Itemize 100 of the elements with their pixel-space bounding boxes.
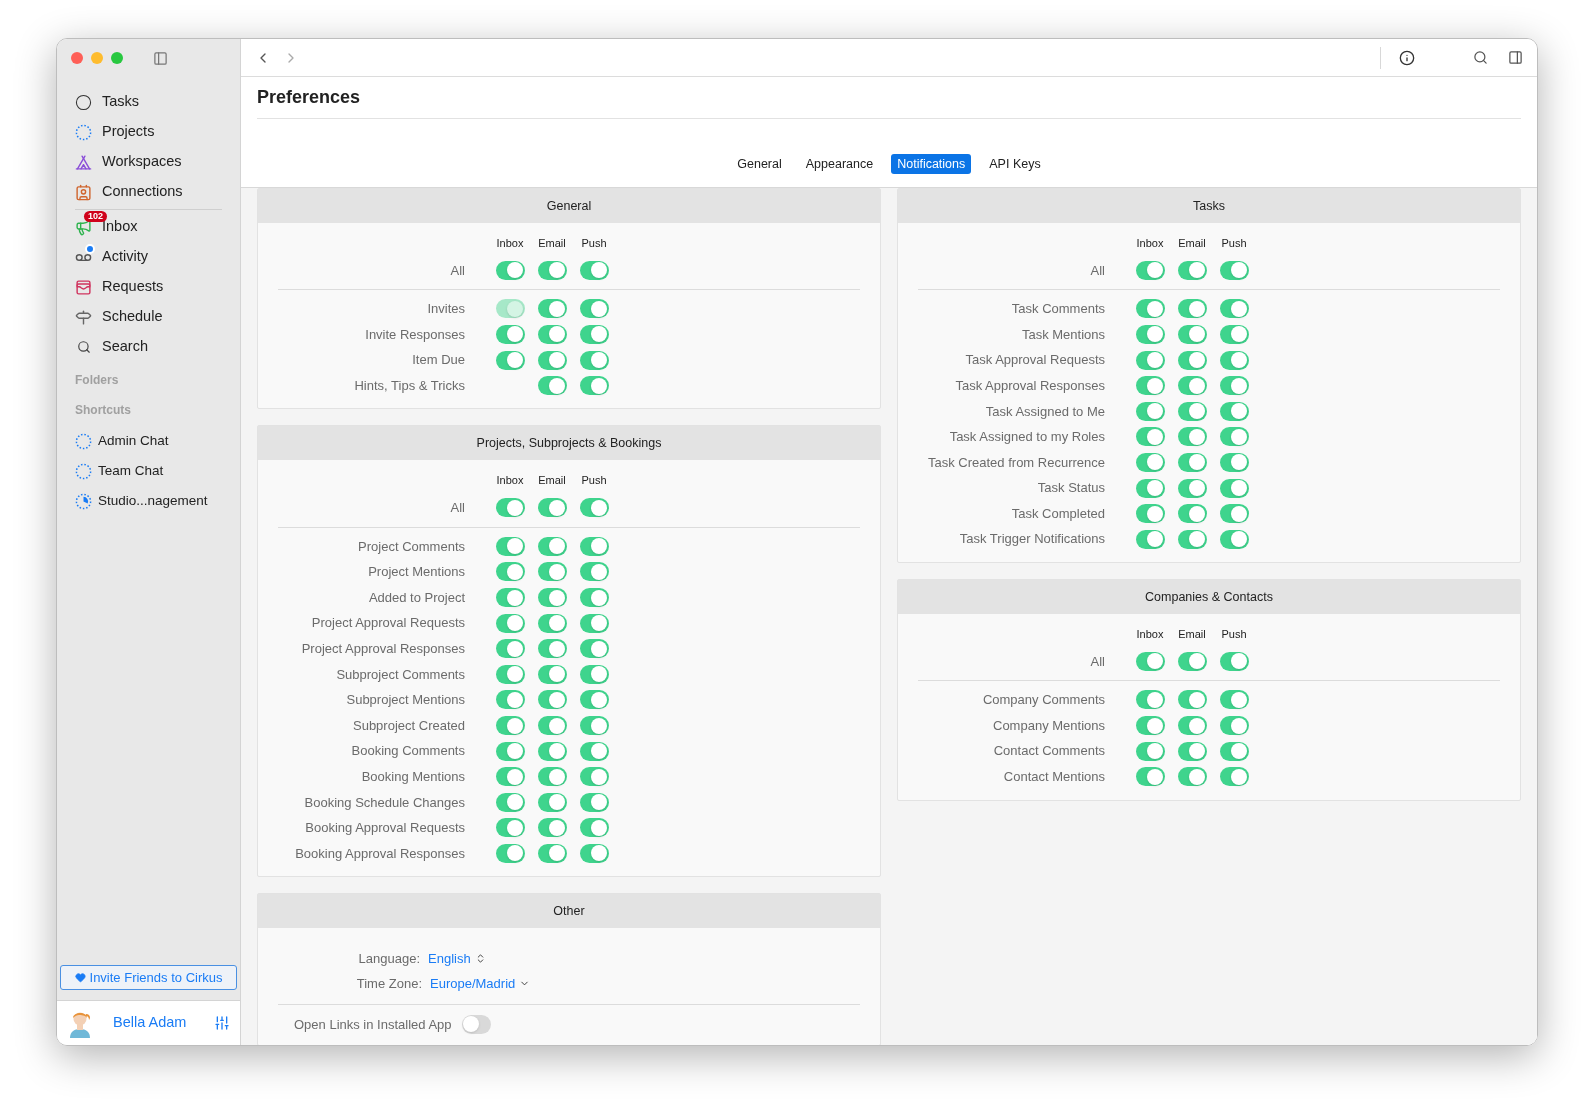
toggle-switch[interactable] (495, 767, 525, 787)
shortcut-item[interactable]: Admin Chat (75, 426, 222, 456)
toggle-switch[interactable] (495, 260, 525, 280)
toggle-switch[interactable] (1177, 260, 1207, 280)
sidebar-item[interactable]: Search (75, 332, 222, 362)
toggle-switch[interactable] (495, 716, 525, 735)
toggle-switch[interactable] (1219, 350, 1249, 370)
toggle-switch[interactable] (495, 741, 525, 761)
minimize-window-button[interactable] (91, 52, 103, 64)
toggle-switch[interactable] (1219, 260, 1249, 280)
toggle-switch[interactable] (579, 299, 609, 319)
toggle-switch[interactable] (579, 613, 609, 633)
toggle-switch[interactable] (1135, 716, 1165, 735)
toggle-switch[interactable] (1135, 427, 1165, 447)
toggle-switch[interactable] (1177, 529, 1207, 549)
toggle-switch[interactable] (537, 613, 567, 633)
toggle-switch[interactable] (537, 498, 567, 518)
sidebar-item[interactable]: Tasks (75, 87, 222, 117)
toggle-switch[interactable] (1177, 325, 1207, 344)
toggle-switch[interactable] (537, 325, 567, 344)
toggle-switch[interactable] (537, 562, 567, 582)
toggle-switch[interactable] (537, 536, 567, 556)
toggle-switch[interactable] (1135, 504, 1165, 524)
toggle-switch[interactable] (537, 767, 567, 787)
toggle-switch[interactable] (1177, 690, 1207, 710)
toggle-switch[interactable] (537, 664, 567, 684)
toggle-switch[interactable] (1219, 690, 1249, 710)
sidebar-toggle-icon[interactable] (153, 50, 168, 66)
sidebar-item[interactable]: Connections (75, 177, 222, 207)
sidebar-item[interactable]: Requests (75, 272, 222, 302)
toggle-switch[interactable] (1135, 452, 1165, 472)
toggle-switch[interactable] (579, 716, 609, 735)
toggle-switch[interactable] (1177, 299, 1207, 319)
toggle-switch[interactable] (495, 818, 525, 838)
toggle-switch[interactable] (579, 498, 609, 518)
language-select[interactable]: English (428, 949, 486, 969)
toggle-switch[interactable] (1219, 741, 1249, 761)
sidebar-item[interactable]: 102 Inbox (75, 212, 222, 242)
toggle-switch[interactable] (1135, 651, 1165, 671)
toggle-switch[interactable] (1219, 299, 1249, 319)
toggle-switch[interactable] (495, 690, 525, 710)
toggle-switch[interactable] (537, 716, 567, 735)
toggle-switch[interactable] (537, 299, 567, 319)
toggle-switch[interactable] (1177, 651, 1207, 671)
toggle-switch[interactable] (1135, 529, 1165, 549)
toggle-switch[interactable] (537, 376, 567, 396)
toggle-switch[interactable] (1177, 767, 1207, 787)
toggle-switch[interactable] (1219, 767, 1249, 787)
toggle-switch[interactable] (579, 664, 609, 684)
toggle-switch[interactable] (579, 562, 609, 582)
toggle-switch[interactable] (495, 639, 525, 659)
toggle-switch[interactable] (495, 325, 525, 344)
toggle-switch[interactable] (1177, 478, 1207, 498)
invite-friends-button[interactable]: Invite Friends to Cirkus (60, 965, 237, 990)
toggle-switch[interactable] (1219, 325, 1249, 344)
toggle-switch[interactable] (537, 639, 567, 659)
toggle-switch[interactable] (579, 376, 609, 396)
toggle-switch[interactable] (1135, 478, 1165, 498)
inspector-toggle-icon[interactable] (1508, 50, 1523, 65)
toggle-switch[interactable] (579, 350, 609, 370)
toggle-switch[interactable] (495, 588, 525, 608)
toggle-switch[interactable] (579, 325, 609, 344)
toggle-switch[interactable] (1135, 401, 1165, 421)
toggle-switch[interactable] (1177, 452, 1207, 472)
toggle-switch[interactable] (1219, 529, 1249, 549)
toggle-switch[interactable] (537, 350, 567, 370)
tab[interactable]: Appearance (799, 154, 880, 174)
toggle-switch[interactable] (537, 260, 567, 280)
toggle-switch[interactable] (1135, 741, 1165, 761)
toggle-switch[interactable] (495, 792, 525, 812)
sidebar-item[interactable]: Projects (75, 117, 222, 147)
toggle-switch[interactable] (579, 260, 609, 280)
toggle-switch[interactable] (579, 639, 609, 659)
toggle-switch[interactable] (1219, 478, 1249, 498)
toggle-switch[interactable] (1177, 504, 1207, 524)
toggle-switch[interactable] (1219, 427, 1249, 447)
toggle-switch[interactable] (1135, 376, 1165, 396)
toggle-switch[interactable] (1135, 299, 1165, 319)
info-icon[interactable] (1399, 49, 1415, 66)
sliders-icon[interactable] (214, 1015, 230, 1031)
toggle-switch[interactable] (1219, 401, 1249, 421)
toggle-switch[interactable] (1135, 325, 1165, 344)
toggle-switch[interactable] (537, 792, 567, 812)
toggle-switch[interactable] (579, 690, 609, 710)
toggle-switch[interactable] (579, 741, 609, 761)
toggle-switch[interactable] (1177, 741, 1207, 761)
toggle-switch[interactable] (1219, 376, 1249, 396)
tab[interactable]: Notifications (891, 154, 972, 174)
toggle-switch[interactable] (1177, 427, 1207, 447)
toggle-switch[interactable] (537, 690, 567, 710)
toggle-switch[interactable] (579, 767, 609, 787)
toggle-switch[interactable] (1135, 350, 1165, 370)
toggle-switch[interactable] (1135, 767, 1165, 787)
toggle-switch[interactable] (1177, 401, 1207, 421)
toggle-switch[interactable] (495, 536, 525, 556)
zoom-window-button[interactable] (111, 52, 123, 64)
toggle-switch[interactable] (579, 588, 609, 608)
toggle-switch[interactable] (495, 664, 525, 684)
toggle-switch[interactable] (579, 818, 609, 838)
sidebar-item[interactable]: Schedule (75, 302, 222, 332)
